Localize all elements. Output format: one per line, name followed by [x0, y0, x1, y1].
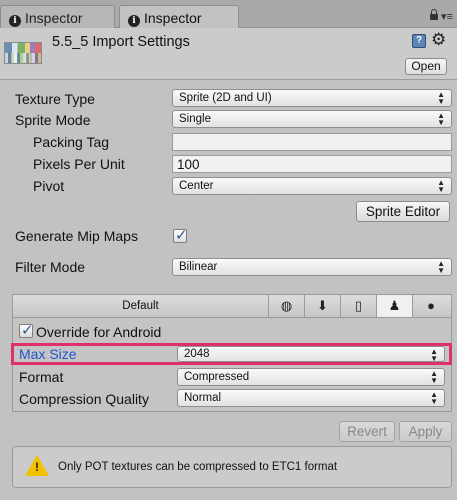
phone-icon[interactable]: ▯ — [341, 295, 377, 317]
tab-label: Inspector — [25, 10, 83, 26]
format-value: Compressed — [184, 371, 250, 383]
apply-button[interactable]: Apply — [399, 421, 452, 442]
warning-text: Only POT textures can be compressed to E… — [58, 461, 338, 473]
dropdown-arrows-icon: ▲ ▼ — [430, 369, 438, 385]
globe-icon[interactable]: ◍ — [269, 295, 305, 317]
packing-tag-label: Packing Tag — [33, 134, 110, 150]
max-size-value: 2048 — [184, 348, 210, 360]
sprite-mode-label: Sprite Mode — [15, 112, 91, 128]
sprite-mode-value: Single — [179, 113, 211, 125]
dropdown-arrows-icon: ▲ ▼ — [437, 259, 445, 275]
warning-message: Only POT textures can be compressed to E… — [12, 446, 452, 488]
filter-mode-label: Filter Mode — [15, 259, 86, 275]
generate-mip-maps-checkbox[interactable]: ✓ — [173, 227, 188, 244]
filter-mode-value: Bilinear — [179, 261, 218, 273]
pivot-label: Pivot — [33, 178, 65, 194]
format-dropdown[interactable]: Compressed ▲ ▼ — [177, 368, 445, 386]
menu-icon[interactable]: ▾≡ — [441, 11, 453, 23]
info-icon: i — [9, 15, 21, 27]
pixels-per-unit-label: Pixels Per Unit — [33, 156, 125, 172]
dropdown-arrows-icon: ▲ ▼ — [437, 178, 445, 194]
dropdown-arrows-icon: ▲ ▼ — [430, 347, 438, 363]
texture-type-value: Sprite (2D and UI) — [179, 92, 272, 104]
max-size-dropdown[interactable]: 2048 ▲ ▼ — [177, 346, 445, 363]
warning-icon — [25, 455, 49, 476]
dropdown-arrows-icon: ▲ ▼ — [437, 90, 445, 106]
sprite-mode-dropdown[interactable]: Single ▲ ▼ — [172, 110, 452, 128]
help-icon[interactable]: ? — [412, 34, 426, 48]
pivot-value: Center — [179, 180, 214, 192]
info-icon: i — [128, 15, 140, 27]
override-android-checkbox[interactable]: ✓ — [19, 322, 34, 339]
compression-quality-dropdown[interactable]: Normal ▲ ▼ — [177, 389, 445, 407]
download-icon[interactable]: ⬇ — [305, 295, 341, 317]
texture-type-dropdown[interactable]: Sprite (2D and UI) ▲ ▼ — [172, 89, 452, 107]
generate-mip-maps-label: Generate Mip Maps — [15, 228, 138, 244]
inspector-header: 5.5_5 Import Settings ? ⚙ Open — [0, 28, 457, 80]
texture-type-label: Texture Type — [15, 91, 95, 107]
sprite-editor-button[interactable]: Sprite Editor — [356, 201, 450, 222]
blackberry-icon[interactable]: ● — [413, 295, 449, 317]
pixels-per-unit-field[interactable]: 100 — [172, 155, 452, 173]
tab-inspector-2[interactable]: i Inspector — [119, 5, 239, 29]
tab-bar: i Inspector i Inspector ▾≡ — [0, 0, 457, 29]
texture-thumbnail — [4, 42, 42, 64]
pivot-dropdown[interactable]: Center ▲ ▼ — [172, 177, 452, 195]
checkmark-icon: ✓ — [21, 322, 34, 339]
format-label: Format — [19, 369, 64, 385]
open-button[interactable]: Open — [405, 58, 447, 75]
gear-icon[interactable]: ⚙ — [431, 30, 446, 50]
checkmark-icon: ✓ — [175, 227, 188, 244]
page-title: 5.5_5 Import Settings — [52, 34, 190, 50]
tab-inspector-1[interactable]: i Inspector — [0, 5, 115, 28]
dropdown-arrows-icon: ▲ ▼ — [437, 111, 445, 127]
max-size-label: Max Size — [19, 346, 77, 362]
tab-tools: ▾≡ — [430, 9, 453, 23]
override-android-label: Override for Android — [36, 324, 162, 340]
compression-quality-label: Compression Quality — [19, 391, 149, 407]
compression-quality-value: Normal — [184, 392, 222, 404]
revert-button[interactable]: Revert — [339, 421, 395, 442]
platform-tab-bar: Default ◍ ⬇ ▯ ♟ ● — [13, 295, 451, 318]
dropdown-arrows-icon: ▲ ▼ — [430, 390, 438, 406]
tab-default[interactable]: Default — [13, 295, 269, 317]
tab-label: Inspector — [144, 10, 202, 26]
android-icon[interactable]: ♟ — [377, 295, 413, 317]
filter-mode-dropdown[interactable]: Bilinear ▲ ▼ — [172, 258, 452, 276]
lock-icon[interactable] — [430, 9, 439, 20]
packing-tag-field[interactable] — [172, 133, 452, 151]
